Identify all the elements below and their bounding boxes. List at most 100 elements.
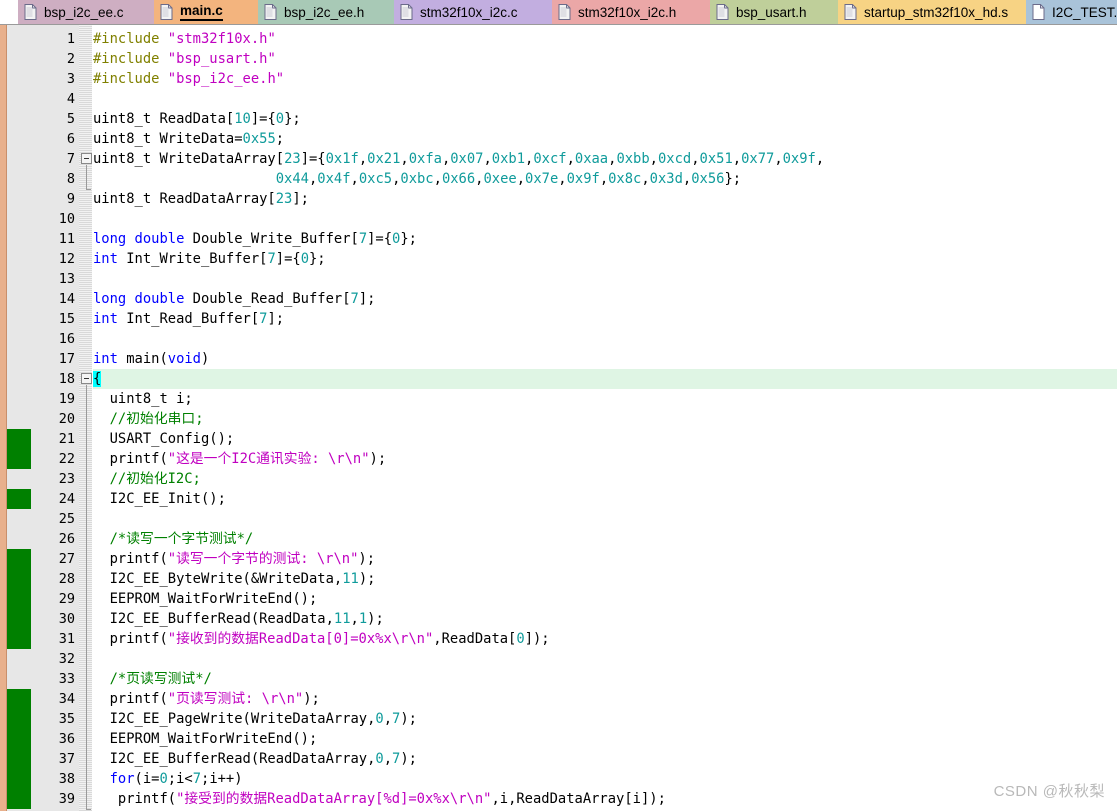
code-token: "stm32f10x.h" <box>167 31 276 47</box>
editor-tab-bsp-usart-h[interactable]: bsp_usart.h <box>710 0 838 24</box>
code-line[interactable]: USART_Config(); <box>93 429 235 449</box>
line-number: 34 <box>58 691 75 707</box>
code-token: long double <box>93 291 185 307</box>
code-token: uint8_t WriteData= <box>93 131 243 147</box>
code-token: , <box>599 171 609 187</box>
code-token: ;i++) <box>201 771 243 787</box>
code-token: ]; <box>358 291 376 307</box>
tab-label: stm32f10x_i2c.c <box>420 4 518 20</box>
line-number: 22 <box>58 451 75 467</box>
code-line[interactable]: uint8_t WriteData=0x55; <box>93 129 284 149</box>
editor-tab-main-c[interactable]: main.c <box>154 0 258 24</box>
code-line[interactable]: EEPROM_WaitForWriteEnd(); <box>93 729 318 749</box>
code-token: #include <box>93 51 168 67</box>
line-number: 28 <box>58 571 75 587</box>
line-number: 1 <box>66 31 75 47</box>
code-text-area[interactable]: #include "stm32f10x.h" #include "bsp_usar… <box>93 25 1117 811</box>
code-token: , <box>566 151 575 167</box>
editor-tab-bsp-i2c-ee-h[interactable]: bsp_i2c_ee.h <box>258 0 394 24</box>
code-token: uint8_t i; <box>93 391 193 407</box>
fold-guide-line <box>86 385 87 809</box>
code-line[interactable]: /*页读写测试*/ <box>93 669 212 689</box>
code-line[interactable]: #include "bsp_i2c_ee.h" <box>93 69 284 89</box>
editor-tab-bar: bsp_i2c_ee.c main.c bsp_i2c_ee.h stm32f1… <box>0 0 1117 24</box>
code-line[interactable]: printf("读写一个字节的测试: \r\n"); <box>93 549 375 569</box>
line-number: 37 <box>58 751 75 767</box>
line-number: 19 <box>58 391 75 407</box>
code-token: printf( <box>93 791 177 807</box>
code-line[interactable]: uint8_t i; <box>93 389 193 409</box>
code-line[interactable]: int Int_Read_Buffer[7]; <box>93 309 284 329</box>
line-number: 5 <box>66 111 75 127</box>
code-line[interactable]: printf("接收到的数据ReadData[0]=0x%x\r\n",Read… <box>93 629 550 649</box>
code-line[interactable]: 0x44,0x4f,0xc5,0xbc,0x66,0xee,0x7e,0x9f,… <box>93 169 741 189</box>
code-token: printf( <box>93 551 168 567</box>
code-line[interactable]: int Int_Write_Buffer[7]={0}; <box>93 249 326 269</box>
code-token: 0x1f <box>325 151 359 167</box>
code-token: USART_Config(); <box>93 431 235 447</box>
editor-tab-stm32f10x-i2c-h[interactable]: stm32f10x_i2c.h <box>552 0 710 24</box>
code-token: , <box>691 151 700 167</box>
code-token: 0 <box>516 631 525 647</box>
fold-toggle-icon[interactable] <box>81 153 92 164</box>
code-line[interactable]: { <box>93 369 102 389</box>
code-line[interactable]: uint8_t ReadDataArray[23]; <box>93 189 309 209</box>
code-line[interactable]: uint8_t ReadData[10]={0}; <box>93 109 301 129</box>
code-token: ;i< <box>167 771 193 787</box>
current-line-highlight <box>93 369 1117 389</box>
code-line[interactable]: I2C_EE_BufferRead(ReadDataArray,0,7); <box>93 749 417 769</box>
code-line[interactable]: uint8_t WriteDataArray[23]={0x1f,0x21,0x… <box>93 149 824 169</box>
document-icon <box>160 4 173 20</box>
code-line[interactable]: long double Double_Read_Buffer[7]; <box>93 289 375 309</box>
code-line[interactable]: I2C_EE_ByteWrite(&WriteData,11); <box>93 569 376 589</box>
code-line[interactable]: long double Double_Write_Buffer[7]={0}; <box>93 229 417 249</box>
code-token: 11 <box>342 571 359 587</box>
editor-tab-i2c-test-ini[interactable]: I2C_TEST.ini <box>1026 0 1117 24</box>
code-line[interactable]: I2C_EE_BufferRead(ReadData,11,1); <box>93 609 384 629</box>
code-token: Int_Write_Buffer[ <box>117 251 268 267</box>
code-token: I2C_EE_ByteWrite(&WriteData, <box>93 571 343 587</box>
code-token: 0x9f <box>566 171 600 187</box>
code-token: ,ReadData[ <box>433 631 517 647</box>
code-line[interactable]: //初始化I2C; <box>93 469 201 489</box>
fold-toggle-icon[interactable] <box>81 373 92 384</box>
code-token: "接受到的数据ReadDataArray[%d]=0x%x\r\n" <box>176 791 492 807</box>
code-token: 0 <box>375 751 384 767</box>
line-number: 36 <box>58 731 75 747</box>
code-line[interactable]: printf("这是一个I2C通讯实验: \r\n"); <box>93 449 387 469</box>
code-line[interactable]: #include "stm32f10x.h" <box>93 29 276 49</box>
editor-tab-stm32f10x-i2c-c[interactable]: stm32f10x_i2c.c <box>394 0 552 24</box>
editor-tab-startup-stm32f10x-hd-s[interactable]: startup_stm32f10x_hd.s <box>838 0 1026 24</box>
line-number: 14 <box>58 291 75 307</box>
code-line[interactable]: printf("接受到的数据ReadDataArray[%d]=0x%x\r\n… <box>93 789 666 809</box>
code-token: 0xcd <box>657 151 692 167</box>
code-line[interactable]: #include "bsp_usart.h" <box>93 49 276 69</box>
code-token: for <box>109 771 135 787</box>
change-marker <box>7 689 31 809</box>
code-token: "bsp_usart.h" <box>167 51 276 67</box>
code-token: 0x21 <box>367 151 401 167</box>
code-token: , <box>732 151 742 167</box>
line-number: 24 <box>58 491 75 507</box>
tab-label: startup_stm32f10x_hd.s <box>864 4 1009 20</box>
line-number: 7 <box>66 151 75 167</box>
code-fold-gutter[interactable] <box>79 25 93 811</box>
code-line[interactable]: I2C_EE_PageWrite(WriteDataArray,0,7); <box>93 709 417 729</box>
editor-tab-bsp-i2c-ee-c[interactable]: bsp_i2c_ee.c <box>18 0 154 24</box>
code-token: uint8_t ReadDataArray[ <box>93 191 276 207</box>
code-token: 0 <box>300 251 309 267</box>
code-line[interactable]: for(i=0;i<7;i++) <box>93 769 243 789</box>
code-line[interactable]: printf("页读写测试: \r\n"); <box>93 689 320 709</box>
code-line[interactable]: I2C_EE_Init(); <box>93 489 226 509</box>
code-token: ]={ <box>250 111 276 127</box>
code-token: , <box>383 711 393 727</box>
code-token: 0x44 <box>275 171 309 187</box>
code-line[interactable]: EEPROM_WaitForWriteEnd(); <box>93 589 318 609</box>
code-line[interactable]: /*读写一个字节测试*/ <box>93 529 254 549</box>
code-editor-window: bsp_i2c_ee.c main.c bsp_i2c_ee.h stm32f1… <box>0 0 1117 811</box>
tab-label: bsp_i2c_ee.c <box>44 4 124 20</box>
line-number-gutter: 1 2 3 4 5 6 7 8 9 10 11 12 13 14 15 16 17 18 19 20 21 22 23 24 2… <box>31 25 79 811</box>
code-line[interactable]: //初始化串口; <box>93 409 204 429</box>
code-line[interactable]: int main(void) <box>93 349 209 369</box>
line-number: 6 <box>66 131 75 147</box>
